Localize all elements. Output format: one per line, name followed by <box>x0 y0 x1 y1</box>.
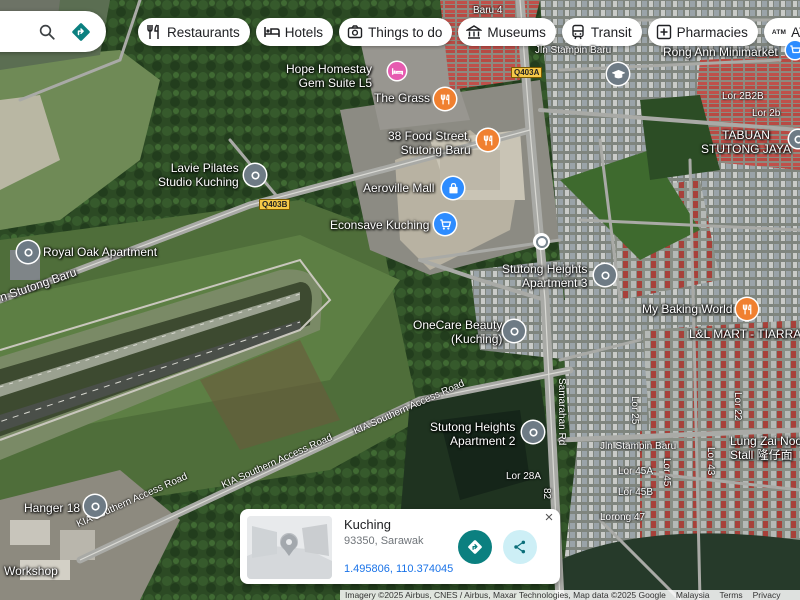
search-icon[interactable] <box>32 17 62 47</box>
attribution-bar: Imagery ©2025 Airbus, CNES / Airbus, Max… <box>340 590 800 600</box>
street-label: Jln Stampin Baru <box>535 45 612 56</box>
museum-icon <box>466 24 483 40</box>
chip-pharmacies[interactable]: Pharmacies <box>647 18 758 46</box>
chip-things-to-do[interactable]: Things to do <box>339 18 453 46</box>
location-pin-icon[interactable] <box>84 495 106 517</box>
privacy-link[interactable]: Privacy <box>748 590 786 600</box>
chip-hotels[interactable]: Hotels <box>255 18 334 46</box>
chip-label: Transit <box>590 24 632 40</box>
restaurant-pin-icon[interactable] <box>736 298 758 320</box>
chip-label: Hotels <box>284 24 324 40</box>
chip-transit[interactable]: Transit <box>561 18 642 46</box>
chip-label: Pharmacies <box>676 24 748 40</box>
street-label: Lor 28A <box>506 471 542 482</box>
chip-label: Museums <box>487 24 546 40</box>
shopping-cart-icon[interactable] <box>786 41 800 59</box>
place-label: Workshop <box>4 564 58 578</box>
share-icon <box>514 540 526 554</box>
transit-icon <box>570 24 586 40</box>
street-label: Lor 43 <box>705 447 716 476</box>
street-view-thumbnail[interactable] <box>247 516 332 579</box>
place-label[interactable]: Hanger 18 <box>24 501 80 515</box>
place-address: 93350, Sarawak <box>344 535 424 547</box>
close-button[interactable]: × <box>540 509 558 527</box>
location-pin-icon[interactable] <box>789 130 800 148</box>
imagery-attribution: Imagery ©2025 Airbus, CNES / Airbus, Max… <box>345 590 666 600</box>
search-box[interactable] <box>0 11 106 52</box>
camera-icon <box>347 24 363 40</box>
place-label[interactable]: OneCare Beauty (Kuching) <box>413 318 502 346</box>
place-coordinates[interactable]: 1.495806, 110.374045 <box>344 563 453 575</box>
street-label: Lor 45B <box>618 487 654 498</box>
place-label[interactable]: L&L MART - TIARRA <box>689 327 800 341</box>
place-label[interactable]: Royal Oak Apartment <box>43 245 157 259</box>
restaurant-icon <box>146 24 162 40</box>
chip-label: Restaurants <box>167 24 240 40</box>
place-label[interactable]: Lung Zai Noo Stall 隆仔面 <box>730 434 800 462</box>
hotel-pin-icon[interactable] <box>388 62 406 80</box>
street-label: Samarahan Rd <box>556 378 567 446</box>
chip-restaurants[interactable]: Restaurants <box>138 18 250 46</box>
dropped-pin-icon[interactable] <box>533 233 550 250</box>
place-label[interactable]: Stutong Heights Apartment 3 <box>502 262 587 290</box>
restaurant-pin-icon[interactable] <box>434 88 456 110</box>
place-label[interactable]: The Grass <box>374 91 430 105</box>
location-pin-icon[interactable] <box>594 264 616 286</box>
place-label[interactable]: Econsave Kuching <box>330 218 429 232</box>
location-pin-icon[interactable] <box>522 421 544 443</box>
street-label: 82 <box>541 488 552 500</box>
directions-icon[interactable] <box>66 17 96 47</box>
street-label: Lor 45 <box>661 458 672 487</box>
place-label[interactable]: My Baking World <box>642 302 732 316</box>
street-label: Lorong 47 <box>600 512 646 523</box>
shopping-cart-icon[interactable] <box>434 213 456 235</box>
street-label: Lor 2B2B <box>722 91 764 102</box>
street-label: Lor 25 <box>629 396 640 425</box>
chip-label: ATMs <box>791 24 800 40</box>
place-info-card[interactable]: Kuching 93350, Sarawak 1.495806, 110.374… <box>240 509 560 584</box>
place-label[interactable]: Hope Homestay Gem Suite L5 <box>286 62 372 90</box>
atm-icon: ATM <box>771 28 787 36</box>
hotel-icon <box>263 24 280 40</box>
street-label: Lor 45A <box>618 466 654 477</box>
place-title: Kuching <box>344 517 391 532</box>
restaurant-pin-icon[interactable] <box>477 129 499 151</box>
pharmacy-icon <box>656 24 672 40</box>
place-label[interactable]: Aeroville Mall <box>363 181 434 195</box>
street-label: Jln Stampin Baru <box>600 441 677 452</box>
chip-label: Things to do <box>368 24 443 40</box>
street-label: Lor 2b <box>752 108 781 119</box>
road-shield: Q403B <box>259 199 291 210</box>
chip-museums[interactable]: Museums <box>458 18 556 46</box>
terms-link[interactable]: Terms <box>714 590 747 600</box>
school-icon[interactable] <box>607 63 629 85</box>
place-label: TABUAN STUTONG JAYA <box>701 128 792 156</box>
directions-icon <box>468 540 482 554</box>
place-label[interactable]: Stutong Heights Apartment 2 <box>430 420 515 448</box>
place-label[interactable]: Lavie Pilates Studio Kuching <box>158 161 239 189</box>
road-shield: Q403A <box>511 67 543 78</box>
street-label: Lor 22 <box>732 392 743 421</box>
location-pin-icon[interactable] <box>503 320 525 342</box>
place-label[interactable]: 38 Food Street, Stutong Baru <box>388 129 471 157</box>
directions-button[interactable] <box>458 530 492 564</box>
country-label[interactable]: Malaysia <box>671 590 715 600</box>
location-pin-icon[interactable] <box>244 164 266 186</box>
location-pin-icon[interactable] <box>17 241 39 263</box>
shopping-bag-icon[interactable] <box>442 177 464 199</box>
place-label[interactable]: Rong Ann Minimarket <box>663 45 778 59</box>
street-label: Baru 4 <box>473 5 503 16</box>
share-button[interactable] <box>503 530 537 564</box>
category-chips: Restaurants Hotels Things to do Museums … <box>138 18 800 46</box>
